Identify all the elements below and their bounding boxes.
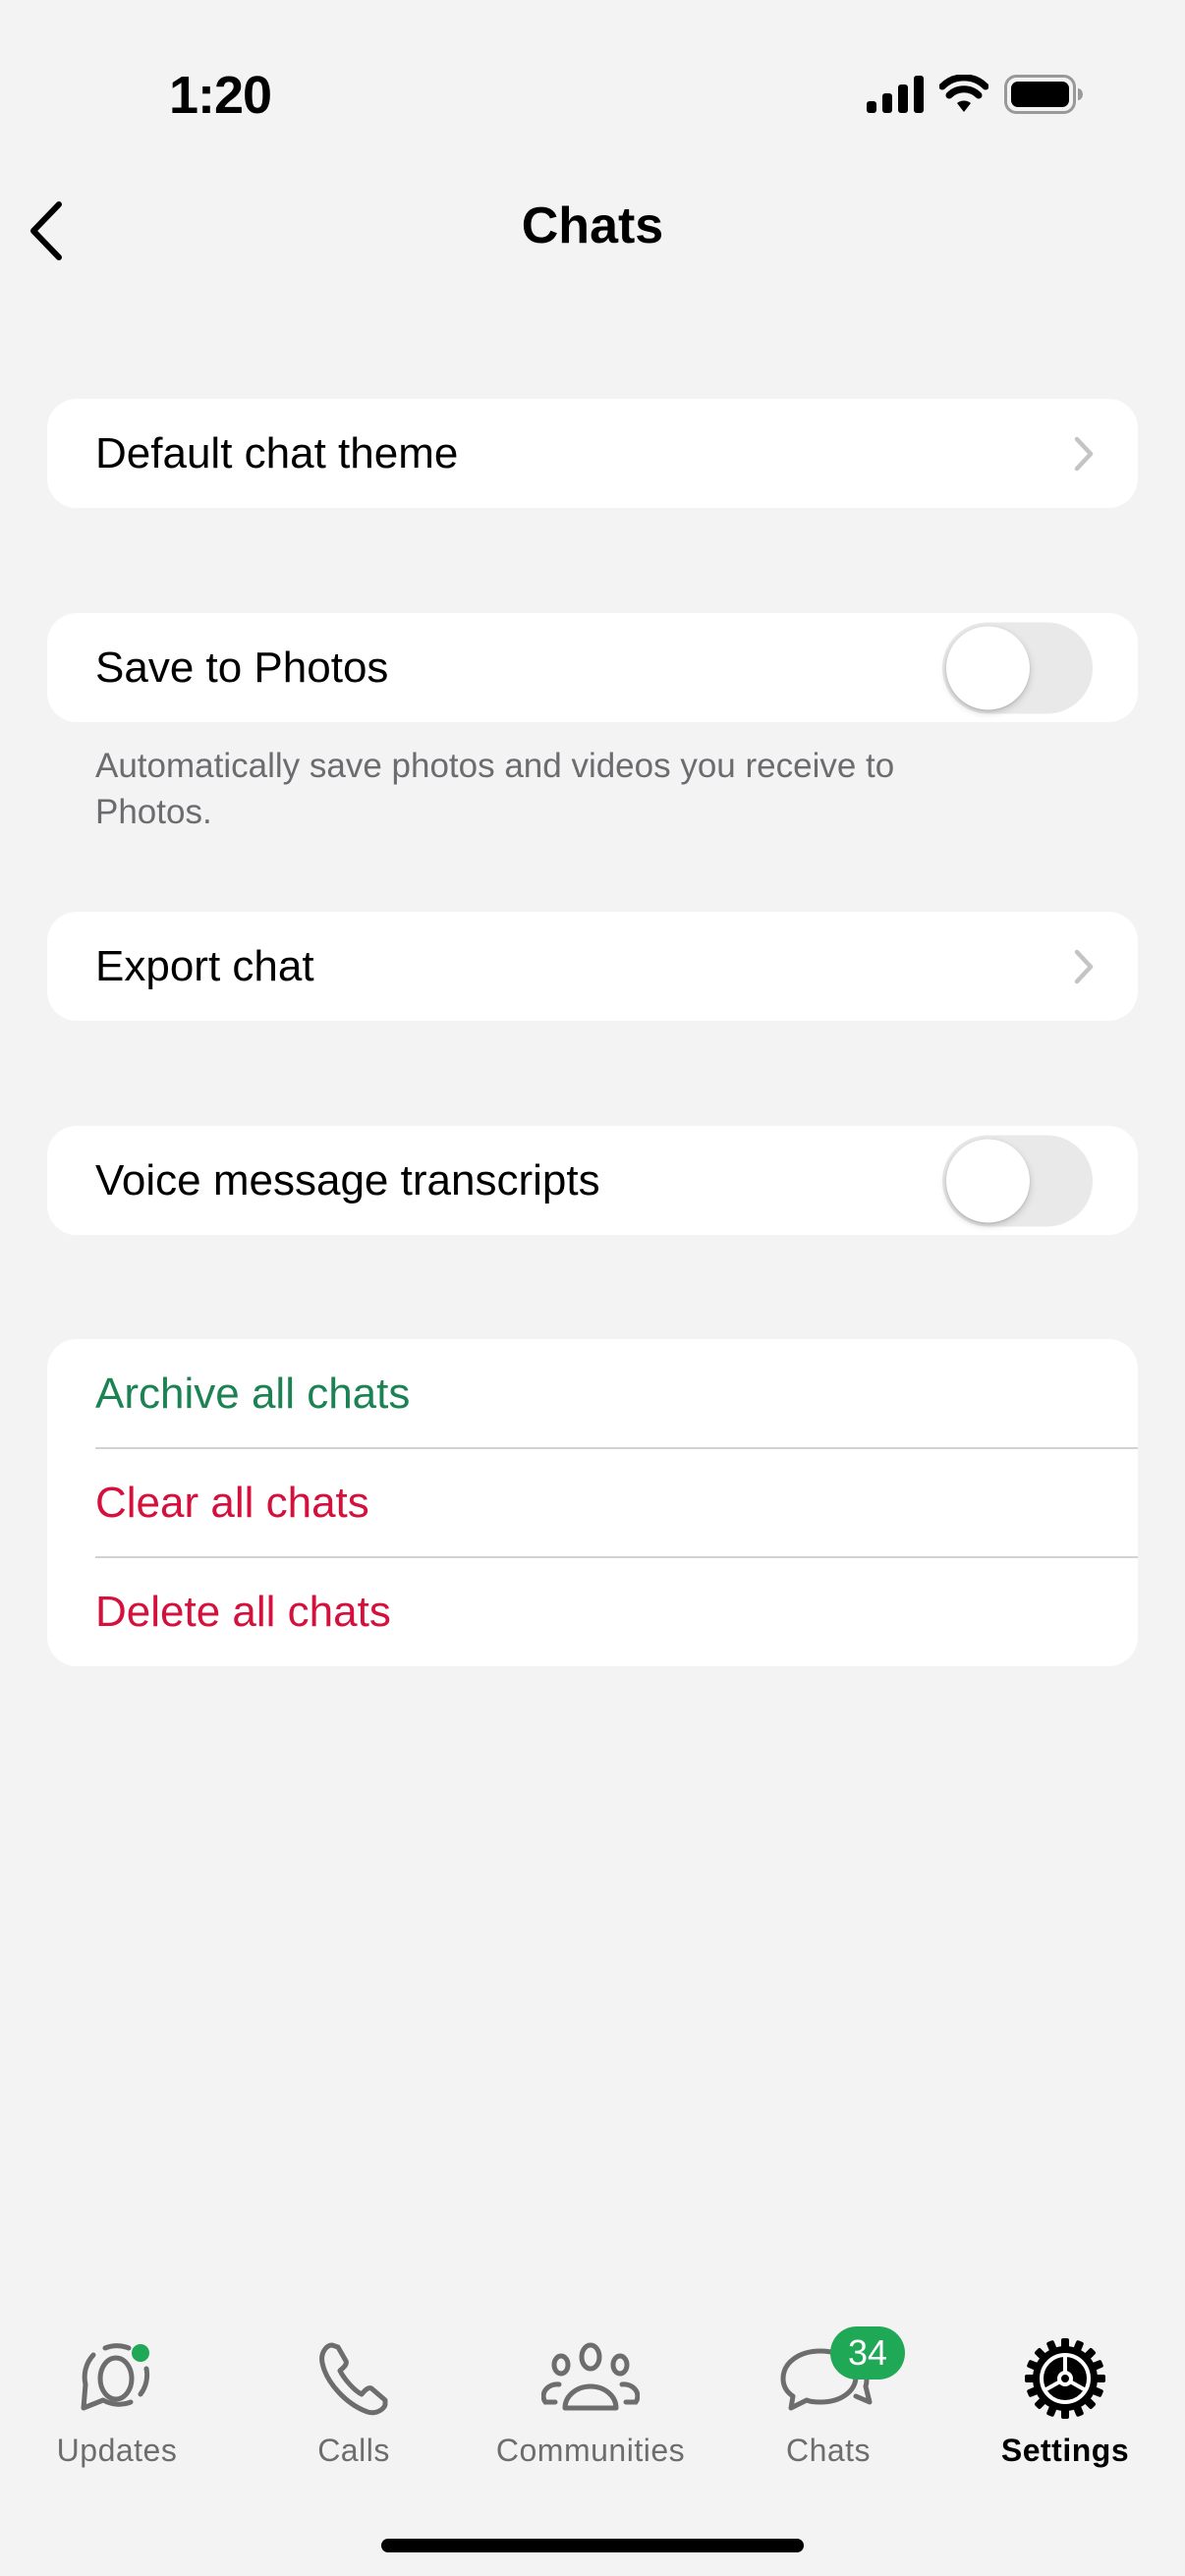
updates-icon xyxy=(81,2343,150,2411)
export-chat-label: Export chat xyxy=(95,941,314,990)
default-chat-theme-row[interactable]: Default chat theme xyxy=(47,399,1138,508)
default-chat-theme-card: Default chat theme xyxy=(47,399,1138,508)
archive-all-chats-button[interactable]: Archive all chats xyxy=(47,1339,1138,1448)
chat-actions-card: Archive all chats Clear all chats Delete… xyxy=(47,1339,1138,1666)
save-to-photos-label: Save to Photos xyxy=(95,643,389,692)
wifi-icon xyxy=(939,75,988,112)
chevron-right-icon xyxy=(1074,436,1094,471)
voice-transcripts-row: Voice message transcripts xyxy=(47,1126,1138,1235)
tab-calls-label: Calls xyxy=(317,2433,390,2468)
save-to-photos-card: Save to Photos xyxy=(47,613,1138,722)
toggle-knob xyxy=(946,626,1030,709)
tab-settings-label: Settings xyxy=(1000,2433,1130,2468)
delete-all-chats-button[interactable]: Delete all chats xyxy=(47,1557,1138,1666)
tab-communities-label: Communities xyxy=(495,2433,686,2468)
export-chat-row[interactable]: Export chat xyxy=(47,912,1138,1021)
tab-bar: Updates Calls Communities 34 Chats Setti… xyxy=(0,2326,1185,2486)
tab-updates[interactable]: Updates xyxy=(9,2338,225,2469)
signal-icon xyxy=(867,76,924,113)
voice-transcripts-toggle[interactable] xyxy=(942,1135,1093,1226)
tab-chats-label: Chats xyxy=(785,2433,872,2468)
save-to-photos-toggle[interactable] xyxy=(942,622,1093,713)
unread-badge: 34 xyxy=(830,2326,906,2380)
phone-icon xyxy=(319,2342,388,2416)
save-to-photos-footnote: Automatically save photos and videos you… xyxy=(95,747,895,831)
battery-icon xyxy=(1004,75,1083,114)
tab-calls[interactable]: Calls xyxy=(246,2338,462,2469)
default-chat-theme-label: Default chat theme xyxy=(95,428,459,477)
tab-chats[interactable]: 34 Chats xyxy=(720,2326,936,2469)
save-to-photos-row: Save to Photos xyxy=(47,613,1138,722)
toggle-knob xyxy=(946,1139,1030,1222)
voice-transcripts-card: Voice message transcripts xyxy=(47,1126,1138,1235)
gear-icon xyxy=(1025,2338,1105,2419)
export-chat-card: Export chat xyxy=(47,912,1138,1021)
home-indicator xyxy=(381,2539,804,2552)
tab-communities[interactable]: Communities xyxy=(482,2338,699,2469)
status-icons xyxy=(867,75,1083,114)
tab-settings[interactable]: Settings xyxy=(957,2338,1173,2469)
page-title: Chats xyxy=(521,197,664,254)
communities-icon xyxy=(541,2342,640,2411)
chevron-right-icon xyxy=(1074,949,1094,983)
clear-all-chats-button[interactable]: Clear all chats xyxy=(47,1448,1138,1557)
status-time: 1:20 xyxy=(169,66,272,125)
tab-updates-label: Updates xyxy=(56,2433,178,2468)
voice-transcripts-label: Voice message transcripts xyxy=(95,1155,600,1204)
